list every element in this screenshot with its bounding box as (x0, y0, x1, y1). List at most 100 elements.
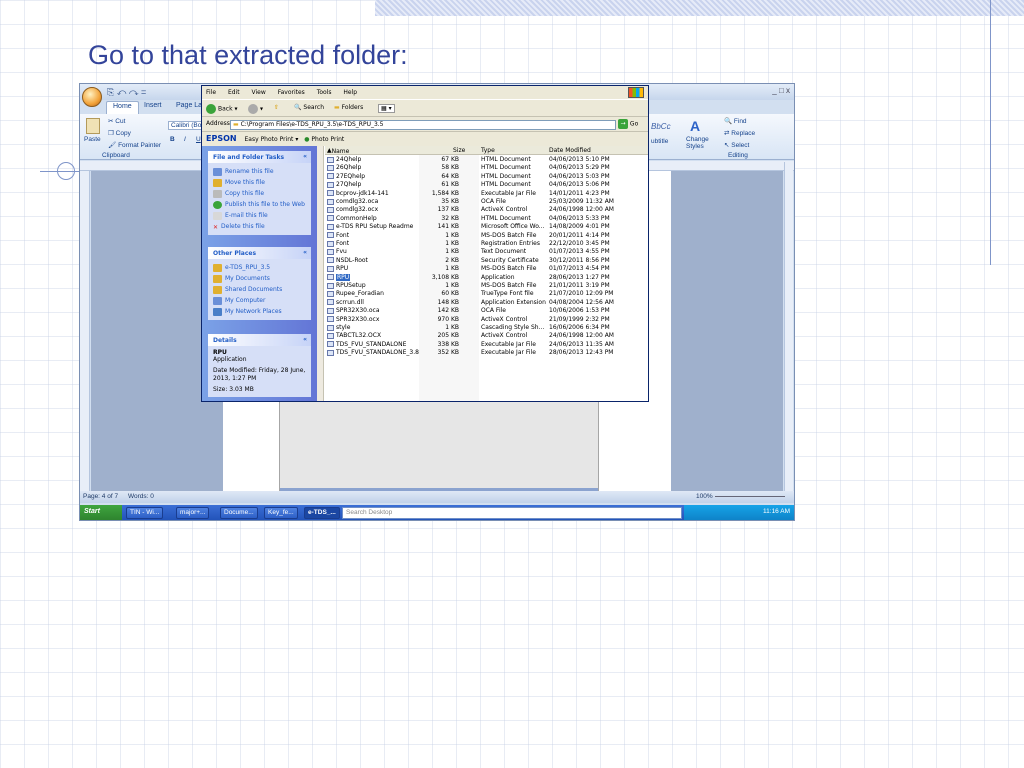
window-controls[interactable]: _ □ x (772, 86, 790, 95)
file-row[interactable]: e-TDS RPU Setup Readme 141 KB Microsoft Of… (325, 223, 645, 231)
menu-file[interactable]: File (206, 89, 216, 96)
file-list-scrollbar[interactable] (317, 146, 324, 401)
file-row[interactable]: SPR32X30.ocx 970 KB ActiveX Control 21/09/1… (325, 316, 645, 324)
taskbar-item-documents[interactable]: Docume... (220, 507, 258, 519)
file-list[interactable]: ▲ Name Size Type Date Modified 24Qhelp 67… (317, 146, 648, 401)
file-row[interactable]: 26Qhelp 58 KB HTML Document 04/06/2013 5:29… (325, 164, 645, 172)
desktop-search-input[interactable]: Search Desktop (342, 507, 682, 519)
file-name[interactable]: comdlg32.oca (327, 198, 378, 206)
file-row[interactable]: CommonHelp 32 KB HTML Document 04/06/2013 5… (325, 215, 645, 223)
style-subtitle[interactable]: ubtitle (651, 138, 668, 145)
file-name[interactable]: SPR32X30.ocx (327, 316, 379, 324)
place-my-network[interactable]: My Network Places (213, 306, 306, 317)
up-folder-icon[interactable]: ⇧ (274, 104, 279, 111)
file-name[interactable]: e-TDS RPU Setup Readme (327, 223, 413, 231)
file-row[interactable]: RPU 1 KB MS-DOS Batch File 01/07/2013 4:54 … (325, 265, 645, 273)
file-row[interactable]: Rupee_Foradian 60 KB TrueType Font file 21/… (325, 290, 645, 298)
file-name[interactable]: RPU (327, 273, 351, 282)
collapse-chevron-icon[interactable]: « (303, 153, 307, 160)
task-delete[interactable]: ✕ Delete this file (213, 221, 306, 232)
tab-home[interactable]: Home (106, 101, 139, 114)
other-places-header[interactable]: Other Places « (208, 247, 311, 259)
task-publish[interactable]: Publish this file to the Web (213, 199, 306, 210)
file-name[interactable]: bcprov-jdk14-141 (327, 190, 389, 198)
task-email[interactable]: E-mail this file (213, 210, 306, 221)
go-button[interactable]: → Go (618, 119, 638, 129)
forward-button[interactable]: ▾ (248, 104, 263, 114)
file-row[interactable]: Fvu 1 KB Text Document 01/07/2013 4:55 PM (325, 248, 645, 256)
word-count[interactable]: Words: 0 (128, 493, 154, 500)
file-name[interactable]: TABCTL32.OCX (327, 332, 381, 340)
style-preview[interactable]: BbCc (651, 122, 671, 131)
place-my-computer[interactable]: My Computer (213, 295, 306, 306)
menu-edit[interactable]: Edit (228, 89, 240, 96)
underline-button[interactable]: U (196, 136, 201, 143)
file-row[interactable]: TABCTL32.OCX 205 KB ActiveX Control 24/06/1… (325, 332, 645, 340)
file-row[interactable]: bcprov-jdk14-141 1,584 KB Executable Jar F… (325, 190, 645, 198)
file-row[interactable]: NSDL-Root 2 KB Security Certificate 30/12/2… (325, 257, 645, 265)
file-row[interactable]: comdlg32.ocx 137 KB ActiveX Control 24/06/1… (325, 206, 645, 214)
quick-access-toolbar[interactable]: ⎘ ↶ ↷ = (107, 87, 146, 98)
address-input[interactable]: ▬ C:\Program Files\e-TDS_RPU_3.5\e-TDS_R… (230, 120, 616, 130)
clock[interactable]: 11:16 AM (763, 508, 790, 515)
zoom-slider[interactable] (715, 496, 785, 497)
paste-button[interactable]: Paste (84, 136, 101, 143)
file-name[interactable]: 27EQhelp (327, 173, 365, 181)
back-button[interactable]: Back ▾ (206, 104, 238, 114)
file-name[interactable]: style (327, 324, 350, 332)
file-name[interactable]: 24Qhelp (327, 156, 361, 164)
file-row[interactable]: comdlg32.oca 35 KB OCA File 25/03/2009 11:3… (325, 198, 645, 206)
menu-view[interactable]: View (252, 89, 266, 96)
taskbar-item-key-fe[interactable]: Key_fe... (264, 507, 298, 519)
bold-button[interactable]: B (170, 136, 175, 143)
search-button[interactable]: 🔍 Search (294, 104, 324, 111)
file-name[interactable]: RPU (327, 265, 348, 273)
file-name[interactable]: Font (327, 240, 349, 248)
file-name[interactable]: Fvu (327, 248, 347, 256)
file-row[interactable]: RPU 3,108 KB Application 28/06/2013 1:27 PM (325, 273, 645, 282)
task-rename[interactable]: Rename this file (213, 166, 306, 177)
file-name[interactable]: NSDL-Root (327, 257, 368, 265)
place-shared-documents[interactable]: Shared Documents (213, 284, 306, 295)
column-size[interactable]: Size (453, 147, 465, 154)
copy-button[interactable]: ❐ Copy (108, 129, 131, 137)
file-name[interactable]: RPUSetup (327, 282, 366, 290)
find-button[interactable]: 🔍 Find (724, 117, 747, 125)
views-button[interactable]: ▦ ▾ (378, 104, 395, 113)
paste-icon[interactable] (86, 118, 100, 134)
cut-button[interactable]: ✂ Cut (108, 117, 125, 125)
column-name[interactable]: ▲ Name (327, 147, 349, 155)
file-row[interactable]: TDS_FVU_STANDALONE_3.8 352 KB Executable J… (325, 349, 645, 357)
file-row[interactable]: 24Qhelp 67 KB HTML Document 04/06/2013 5:10… (325, 156, 645, 164)
office-button-icon[interactable] (82, 87, 102, 107)
file-name[interactable]: Font (327, 232, 349, 240)
page-count[interactable]: Page: 4 of 7 (83, 493, 118, 500)
select-button[interactable]: ↖ Select (724, 141, 749, 149)
file-name[interactable]: SPR32X30.oca (327, 307, 380, 315)
menu-favorites[interactable]: Favorites (278, 89, 305, 96)
file-name[interactable]: CommonHelp (327, 215, 377, 223)
folders-button[interactable]: ▬ Folders (334, 104, 363, 111)
collapse-chevron-icon[interactable]: « (303, 336, 307, 343)
tab-insert[interactable]: Insert (138, 101, 168, 114)
file-row[interactable]: Font 1 KB MS-DOS Batch File 20/01/2011 4:14… (325, 232, 645, 240)
easy-photo-print-button[interactable]: Easy Photo Print ▾ (245, 136, 299, 143)
column-date-modified[interactable]: Date Modified (549, 147, 591, 154)
file-name[interactable]: TDS_FVU_STANDALONE (327, 341, 406, 349)
file-row[interactable]: RPUSetup 1 KB MS-DOS Batch File 21/01/2011 … (325, 282, 645, 290)
file-row[interactable]: SPR32X30.oca 142 KB OCA File 10/06/2006 1:5… (325, 307, 645, 315)
format-painter-button[interactable]: 🖌 Format Painter (108, 141, 161, 149)
file-name[interactable]: comdlg32.ocx (327, 206, 378, 214)
place-my-documents[interactable]: My Documents (213, 273, 306, 284)
file-name[interactable]: scrrun.dll (327, 299, 364, 307)
file-row[interactable]: TDS_FVU_STANDALONE 338 KB Executable Jar F… (325, 341, 645, 349)
file-row[interactable]: scrrun.dll 148 KB Application Extension 04/… (325, 299, 645, 307)
file-name[interactable]: Rupee_Foradian (327, 290, 384, 298)
file-row[interactable]: style 1 KB Cascading Style Sh... 16/06/2006… (325, 324, 645, 332)
zoom-level[interactable]: 100% (696, 493, 713, 500)
place-etds-folder[interactable]: e-TDS_RPU_3.5 (213, 262, 306, 273)
taskbar-item-tin[interactable]: TIN - Wi... (126, 507, 164, 519)
menu-help[interactable]: Help (343, 89, 357, 96)
file-row[interactable]: Font 1 KB Registration Entries 22/12/2010 3… (325, 240, 645, 248)
file-name[interactable]: 26Qhelp (327, 164, 361, 172)
